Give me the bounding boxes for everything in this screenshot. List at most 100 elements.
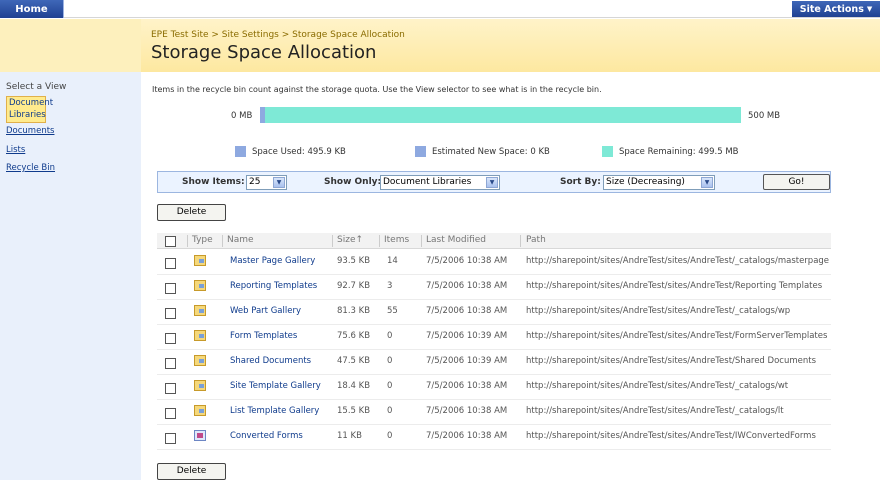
chevron-down-icon[interactable]: ▼ bbox=[273, 177, 285, 188]
row-checkbox[interactable] bbox=[165, 308, 176, 319]
row-path: http://sharepoint/sites/AndreTest/sites/… bbox=[526, 356, 816, 366]
row-items: 0 bbox=[387, 356, 393, 366]
row-last-modified: 7/5/2006 10:38 AM bbox=[426, 406, 508, 416]
column-separator bbox=[332, 235, 333, 247]
row-size: 11 KB bbox=[337, 431, 362, 441]
row-items: 3 bbox=[387, 281, 393, 291]
legend-estimated-swatch bbox=[415, 146, 426, 157]
show-only-value: Document Libraries bbox=[383, 177, 472, 187]
table-row: Converted Forms 11 KB 0 7/5/2006 10:38 A… bbox=[157, 425, 831, 450]
row-path: http://sharepoint/sites/AndreTest/sites/… bbox=[526, 431, 816, 441]
column-items[interactable]: Items bbox=[384, 235, 409, 245]
row-checkbox[interactable] bbox=[165, 333, 176, 344]
legend-remaining-swatch bbox=[602, 146, 613, 157]
legend-estimated-text: Estimated New Space: 0 KB bbox=[432, 146, 550, 157]
legend-space-used: Space Used: 495.9 KB bbox=[235, 146, 346, 157]
row-last-modified: 7/5/2006 10:38 AM bbox=[426, 281, 508, 291]
view-document-libraries[interactable]: Document Libraries bbox=[6, 96, 54, 123]
row-last-modified: 7/5/2006 10:38 AM bbox=[426, 306, 508, 316]
row-checkbox[interactable] bbox=[165, 433, 176, 444]
row-name-link[interactable]: List Template Gallery bbox=[230, 406, 319, 416]
row-name-link[interactable]: Site Template Gallery bbox=[230, 381, 321, 391]
chevron-down-icon[interactable]: ▼ bbox=[486, 177, 498, 188]
column-path[interactable]: Path bbox=[526, 235, 546, 245]
page-description: Items in the recycle bin count against t… bbox=[152, 85, 602, 94]
column-last-modified[interactable]: Last Modified bbox=[426, 235, 486, 245]
row-checkbox[interactable] bbox=[165, 383, 176, 394]
row-size: 92.7 KB bbox=[337, 281, 371, 291]
row-path: http://sharepoint/sites/AndreTest/sites/… bbox=[526, 381, 789, 391]
legend-used-text: Space Used: 495.9 KB bbox=[252, 146, 346, 157]
row-size: 18.4 KB bbox=[337, 381, 371, 391]
row-size: 75.6 KB bbox=[337, 331, 371, 341]
table-row: Master Page Gallery 93.5 KB 14 7/5/2006 … bbox=[157, 250, 831, 275]
storage-quota-bar bbox=[260, 107, 741, 123]
table-row: Shared Documents 47.5 KB 0 7/5/2006 10:3… bbox=[157, 350, 831, 375]
filter-toolbar: Show Items: 25 ▼ Show Only: Document Lib… bbox=[157, 171, 831, 193]
column-separator bbox=[379, 235, 380, 247]
row-name-link[interactable]: Master Page Gallery bbox=[230, 256, 315, 266]
site-actions-menu[interactable]: Site Actions ▼ bbox=[792, 1, 880, 17]
go-button[interactable]: Go! bbox=[763, 174, 830, 190]
row-checkbox[interactable] bbox=[165, 258, 176, 269]
row-name-link[interactable]: Form Templates bbox=[230, 331, 297, 341]
row-items: 0 bbox=[387, 381, 393, 391]
show-items-label: Show Items: bbox=[182, 177, 245, 187]
table-row: Web Part Gallery 81.3 KB 55 7/5/2006 10:… bbox=[157, 300, 831, 325]
page-title: Storage Space Allocation bbox=[151, 42, 377, 63]
quota-min-label: 0 MB bbox=[231, 111, 253, 121]
legend-remaining-text: Space Remaining: 499.5 MB bbox=[619, 146, 739, 157]
row-items: 0 bbox=[387, 406, 393, 416]
row-name-link[interactable]: Web Part Gallery bbox=[230, 306, 301, 316]
folder-icon bbox=[194, 405, 206, 416]
delete-button-top[interactable]: Delete bbox=[157, 204, 226, 221]
folder-icon bbox=[194, 305, 206, 316]
home-tab[interactable]: Home bbox=[0, 0, 64, 18]
show-items-select[interactable]: 25 ▼ bbox=[246, 175, 287, 190]
row-name-link[interactable]: Reporting Templates bbox=[230, 281, 317, 291]
column-type[interactable]: Type bbox=[192, 235, 213, 245]
column-separator bbox=[520, 235, 521, 247]
show-only-select[interactable]: Document Libraries ▼ bbox=[380, 175, 500, 190]
form-icon bbox=[194, 430, 206, 441]
chevron-down-icon[interactable]: ▼ bbox=[701, 177, 713, 188]
row-path: http://sharepoint/sites/AndreTest/sites/… bbox=[526, 331, 828, 341]
view-selected-line1: Document bbox=[9, 98, 54, 108]
view-documents[interactable]: Documents bbox=[6, 126, 54, 136]
site-actions-label: Site Actions bbox=[799, 3, 864, 15]
quota-max-label: 500 MB bbox=[748, 111, 781, 121]
folder-icon bbox=[194, 355, 206, 366]
top-navigation-bar: Home Site Actions ▼ bbox=[0, 0, 880, 18]
breadcrumb[interactable]: EPE Test Site > Site Settings > Storage … bbox=[151, 30, 405, 40]
row-checkbox[interactable] bbox=[165, 408, 176, 419]
row-last-modified: 7/5/2006 10:38 AM bbox=[426, 381, 508, 391]
row-name-link[interactable]: Shared Documents bbox=[230, 356, 311, 366]
table-row: Form Templates 75.6 KB 0 7/5/2006 10:39 … bbox=[157, 325, 831, 350]
table-row: Site Template Gallery 18.4 KB 0 7/5/2006… bbox=[157, 375, 831, 400]
select-all-checkbox[interactable] bbox=[165, 236, 176, 247]
row-path: http://sharepoint/sites/AndreTest/sites/… bbox=[526, 281, 823, 291]
legend-estimated-space: Estimated New Space: 0 KB bbox=[415, 146, 550, 157]
row-items: 55 bbox=[387, 306, 398, 316]
view-lists[interactable]: Lists bbox=[6, 145, 25, 155]
column-separator bbox=[187, 235, 188, 247]
row-items: 0 bbox=[387, 431, 393, 441]
column-size[interactable]: Size↑ bbox=[337, 235, 363, 245]
column-name[interactable]: Name bbox=[227, 235, 254, 245]
table-row: List Template Gallery 15.5 KB 0 7/5/2006… bbox=[157, 400, 831, 425]
chevron-down-icon: ▼ bbox=[866, 5, 873, 13]
left-nav-header-band bbox=[0, 19, 141, 72]
row-checkbox[interactable] bbox=[165, 358, 176, 369]
view-recycle-bin[interactable]: Recycle Bin bbox=[6, 163, 55, 173]
row-name-link[interactable]: Converted Forms bbox=[230, 431, 303, 441]
legend-space-remaining: Space Remaining: 499.5 MB bbox=[602, 146, 739, 157]
row-size: 93.5 KB bbox=[337, 256, 371, 266]
row-path: http://sharepoint/sites/AndreTest/sites/… bbox=[526, 256, 830, 266]
sort-by-select[interactable]: Size (Decreasing) ▼ bbox=[603, 175, 715, 190]
sort-by-value: Size (Decreasing) bbox=[606, 177, 685, 187]
view-selected-line2: Libraries bbox=[9, 110, 46, 120]
row-size: 47.5 KB bbox=[337, 356, 371, 366]
row-checkbox[interactable] bbox=[165, 283, 176, 294]
delete-button-bottom[interactable]: Delete bbox=[157, 463, 226, 480]
row-path: http://sharepoint/sites/AndreTest/sites/… bbox=[526, 306, 791, 316]
